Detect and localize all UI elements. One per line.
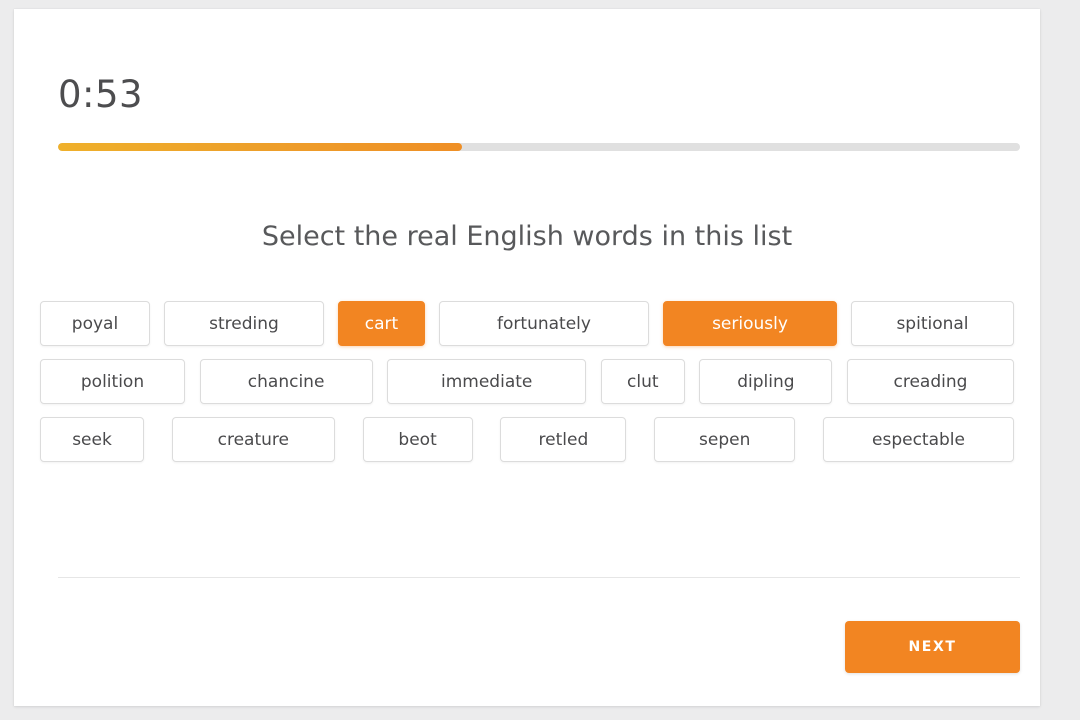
word-row: poyal streding cart fortunately seriously spi… (40, 301, 1014, 346)
question-prompt: Select the real English words in this li… (261, 221, 793, 252)
countdown-timer: 0:53 (58, 73, 144, 116)
word-chip-dipling[interactable]: dipling (699, 359, 833, 404)
word-chip-poyal[interactable]: poyal (40, 301, 150, 346)
word-chip-creature[interactable]: creature (171, 417, 335, 462)
word-chip-polition[interactable]: polition (40, 359, 185, 404)
word-chip-cart[interactable]: cart (338, 301, 425, 346)
word-chip-sepen[interactable]: sepen (654, 417, 796, 462)
word-chip-seriously[interactable]: seriously (663, 301, 837, 346)
word-chip-spitional[interactable]: spitional (851, 301, 1014, 346)
footer-divider (58, 577, 1020, 578)
word-chip-espectable[interactable]: espectable (822, 417, 1014, 462)
word-chip-clut[interactable]: clut (600, 359, 685, 404)
word-chip-creading[interactable]: creading (846, 359, 1014, 404)
progress-bar-fill (58, 143, 463, 151)
word-chip-fortunately[interactable]: fortunately (439, 301, 649, 346)
word-chip-immediate[interactable]: immediate (387, 359, 587, 404)
word-row: seek creature beot retled sepen espectable (40, 417, 1014, 462)
progress-bar-track (58, 143, 1020, 151)
word-chip-seek[interactable]: seek (40, 417, 144, 462)
word-chip-streding[interactable]: streding (164, 301, 324, 346)
word-grid: poyal streding cart fortunately seriously spi… (40, 301, 1014, 475)
word-chip-beot[interactable]: beot (362, 417, 473, 462)
quiz-card: 0:53 Select the real English words in th… (14, 9, 1040, 706)
page-background: 0:53 Select the real English words in th… (0, 0, 1080, 720)
next-button[interactable]: NEXT (845, 621, 1020, 673)
word-chip-retled[interactable]: retled (500, 417, 627, 462)
word-row: polition chancine immediate clut dipling crea… (40, 359, 1014, 404)
word-chip-chancine[interactable]: chancine (199, 359, 373, 404)
